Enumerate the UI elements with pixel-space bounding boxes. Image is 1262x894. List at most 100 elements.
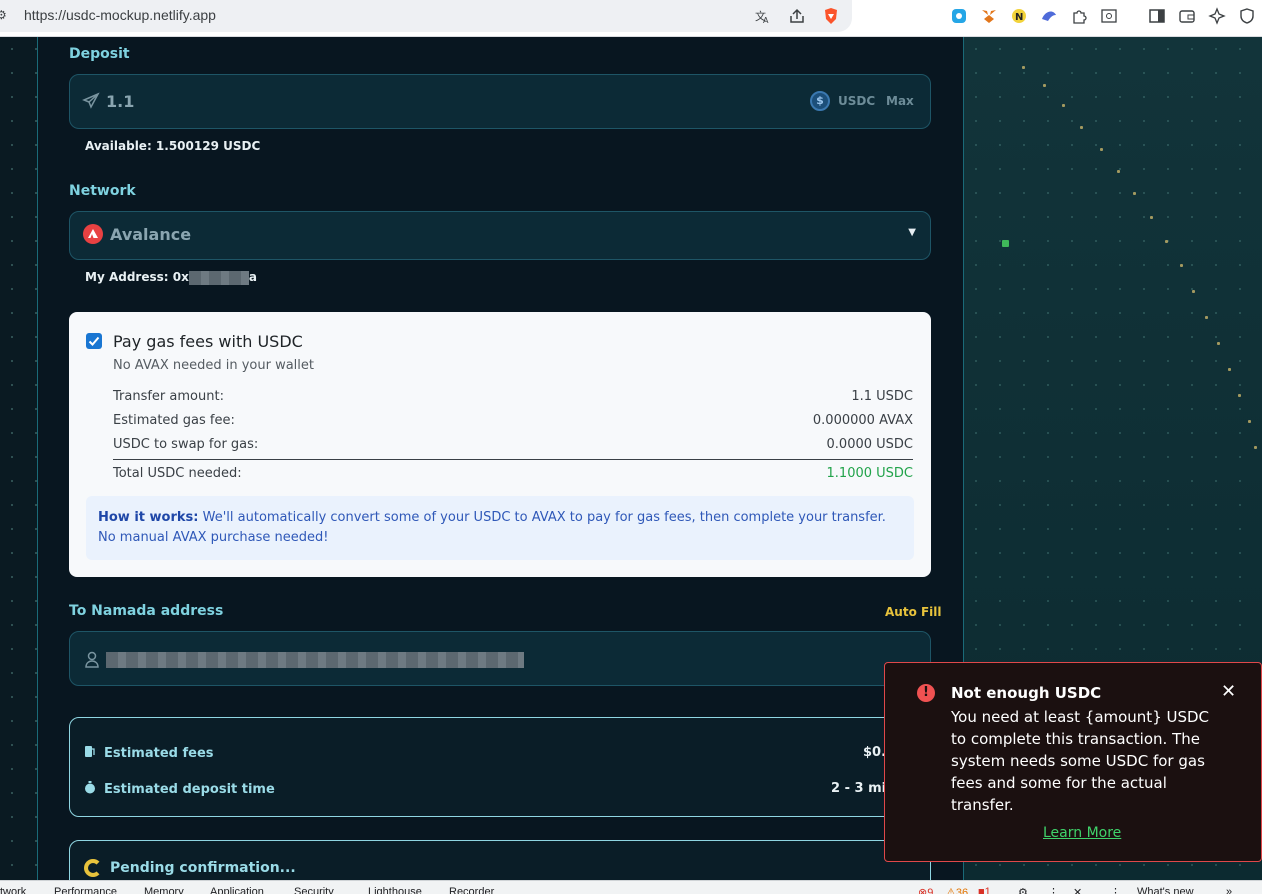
- devtools-tab[interactable]: Performance: [54, 886, 117, 894]
- trail-speck: [1133, 192, 1136, 195]
- drawer-more-icon[interactable]: ⋮: [1110, 886, 1121, 894]
- auto-fill-button[interactable]: Auto Fill: [885, 605, 942, 619]
- stopwatch-icon: [85, 781, 95, 794]
- devtools-close-icon[interactable]: ✕: [1073, 886, 1082, 894]
- devtools-tab[interactable]: Recorder: [449, 886, 494, 894]
- left-background: [0, 37, 37, 880]
- metamask-icon[interactable]: [980, 7, 998, 25]
- fee-row: Transfer amount: 1.1 USDC: [113, 389, 913, 404]
- sidebar-icon[interactable]: [1148, 7, 1166, 25]
- trail-speck: [1062, 104, 1065, 107]
- deposit-input[interactable]: 1.1 $ USDC Max: [69, 74, 931, 129]
- bird-extension-icon[interactable]: [1040, 7, 1058, 25]
- devtools-tab[interactable]: twork: [0, 886, 26, 894]
- trail-speck: [1043, 84, 1046, 87]
- total-label: Total USDC needed:: [113, 466, 242, 481]
- wallet-icon[interactable]: [1178, 7, 1196, 25]
- warning-count[interactable]: ⚠36: [946, 886, 968, 894]
- estimated-time-label: Estimated deposit time: [104, 782, 275, 797]
- whats-new-tab[interactable]: What's new: [1137, 886, 1194, 894]
- devtools-tab[interactable]: Security: [294, 886, 334, 894]
- devtools-tab[interactable]: Lighthouse: [368, 886, 422, 894]
- devtools-tab[interactable]: Memory: [144, 886, 184, 894]
- trail-speck: [1180, 264, 1183, 267]
- pay-gas-checkbox[interactable]: [86, 333, 102, 349]
- fee-row-label: USDC to swap for gas:: [113, 437, 259, 452]
- chevrons-icon[interactable]: »: [1226, 886, 1232, 894]
- trail-speck: [1022, 66, 1025, 69]
- svg-text:A: A: [763, 16, 769, 25]
- fee-row-value: 0.0000 USDC: [826, 437, 913, 452]
- deposit-label: Deposit: [69, 46, 130, 62]
- divider: [113, 459, 913, 460]
- n-extension-icon[interactable]: N: [1010, 7, 1028, 25]
- my-address: My Address: 0x a: [85, 270, 257, 285]
- error-count-value: 9: [927, 887, 934, 894]
- leo-ai-icon[interactable]: [1208, 7, 1226, 25]
- user-icon: [84, 650, 100, 668]
- vpn-shield-icon[interactable]: [1238, 7, 1256, 25]
- info-count-value: 1: [984, 886, 991, 894]
- trail-speck: [1192, 290, 1195, 293]
- trail-speck: [1100, 148, 1103, 151]
- learn-more-link[interactable]: Learn More: [1043, 825, 1121, 841]
- fuel-icon: [85, 746, 95, 757]
- address-suffix: a: [248, 270, 257, 284]
- namada-address-input[interactable]: [69, 631, 931, 686]
- reader-icon[interactable]: [1100, 7, 1118, 25]
- fee-row-value: 0.000000 AVAX: [812, 413, 913, 428]
- fee-row-label: Transfer amount:: [113, 389, 224, 404]
- toast-title: Not enough USDC: [951, 684, 1102, 702]
- devtools-more-icon[interactable]: ⋮: [1048, 886, 1059, 894]
- gas-fee-card: Pay gas fees with USDC No AVAX needed in…: [69, 312, 931, 577]
- how-title: How it works:: [98, 510, 199, 525]
- address-bar[interactable]: ⚙ https://usdc-mockup.netlify.app 文A: [0, 0, 852, 32]
- spinner-icon: [84, 859, 102, 877]
- devtools-settings-icon[interactable]: ⚙: [1018, 886, 1028, 894]
- error-icon: !: [917, 684, 935, 702]
- chevron-down-icon: ▼: [908, 227, 916, 238]
- fee-row: USDC to swap for gas: 0.0000 USDC: [113, 437, 913, 452]
- svg-text:N: N: [1015, 12, 1023, 23]
- network-select[interactable]: Avalance ▼: [69, 211, 931, 260]
- namada-label: To Namada address: [69, 603, 224, 619]
- network-selected: Avalance: [110, 225, 192, 244]
- trail-speck: [1254, 446, 1257, 449]
- extensions-puzzle-icon[interactable]: [1070, 7, 1088, 25]
- green-marker: [1002, 240, 1009, 247]
- trail-speck: [1080, 126, 1083, 129]
- send-icon: [82, 92, 100, 110]
- trail-speck: [1248, 420, 1251, 423]
- devtools-tab[interactable]: Application: [210, 886, 264, 894]
- pending-label: Pending confirmation...: [110, 860, 296, 876]
- close-icon[interactable]: ✕: [1221, 681, 1236, 702]
- deposit-amount[interactable]: 1.1: [106, 92, 134, 111]
- trail-speck: [1117, 170, 1120, 173]
- info-count[interactable]: ■1: [978, 886, 991, 894]
- network-label: Network: [69, 183, 136, 199]
- error-count[interactable]: ⊗9: [918, 886, 933, 894]
- fee-row-label: Estimated gas fee:: [113, 413, 235, 428]
- error-toast: ! Not enough USDC You need at least {amo…: [884, 662, 1262, 862]
- estimated-time: Estimated deposit time: [84, 781, 275, 797]
- share-icon[interactable]: [788, 7, 806, 25]
- total-row: Total USDC needed: 1.1000 USDC: [113, 466, 913, 481]
- browser-chrome: ⚙ https://usdc-mockup.netlify.app 文A N: [0, 0, 1262, 37]
- estimated-fees-label: Estimated fees: [104, 746, 214, 761]
- site-settings-icon[interactable]: ⚙: [0, 9, 8, 21]
- how-text: We'll automatically convert some of your…: [98, 510, 886, 545]
- trail-speck: [1165, 240, 1168, 243]
- token-label: USDC: [838, 94, 876, 108]
- available-balance: Available: 1.500129 USDC: [85, 139, 261, 153]
- brave-shield-icon[interactable]: [822, 7, 840, 25]
- translate-icon[interactable]: 文A: [754, 7, 772, 25]
- trail-speck: [1217, 342, 1220, 345]
- url-text[interactable]: https://usdc-mockup.netlify.app: [24, 7, 216, 23]
- trail-speck: [1205, 316, 1208, 319]
- max-button[interactable]: Max: [886, 94, 914, 108]
- extension-icon[interactable]: [950, 7, 968, 25]
- fees-summary: Estimated fees $0.0 Estimated deposit ti…: [69, 717, 931, 817]
- gas-title[interactable]: Pay gas fees with USDC: [113, 332, 303, 351]
- total-value: 1.1000 USDC: [826, 466, 913, 481]
- address-prefix: My Address: 0x: [85, 270, 189, 284]
